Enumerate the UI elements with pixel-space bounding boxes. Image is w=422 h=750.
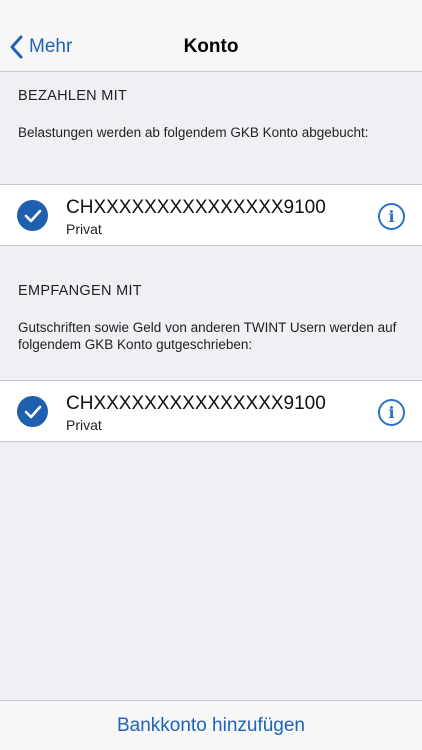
pay-account-row[interactable]: CHXXXXXXXXXXXXXXX9100 Privat i [0,184,422,246]
pay-section-description: Belastungen werden ab folgendem GKB Kont… [18,125,369,140]
account-number: CHXXXXXXXXXXXXXXX9100 [66,197,326,218]
receive-section-header: EMPFANGEN MIT [18,283,142,299]
checkmark-icon[interactable] [17,396,48,427]
checkmark-icon[interactable] [17,200,48,231]
receive-account-row[interactable]: CHXXXXXXXXXXXXXXX9100 Privat i [0,380,422,442]
account-number: CHXXXXXXXXXXXXXXX9100 [66,393,326,414]
page-title: Konto [183,36,239,57]
pay-section-header: BEZAHLEN MIT [18,88,128,104]
account-type: Privat [66,221,102,237]
add-bank-account-button[interactable]: Bankkonto hinzufügen [117,715,305,737]
account-type: Privat [66,417,102,433]
bottom-toolbar: Bankkonto hinzufügen [0,700,422,750]
receive-section-description: Gutschriften sowie Geld von anderen TWIN… [18,320,397,352]
navigation-bar: Mehr Konto [0,0,422,72]
info-icon[interactable]: i [378,399,405,426]
info-icon[interactable]: i [378,203,405,230]
